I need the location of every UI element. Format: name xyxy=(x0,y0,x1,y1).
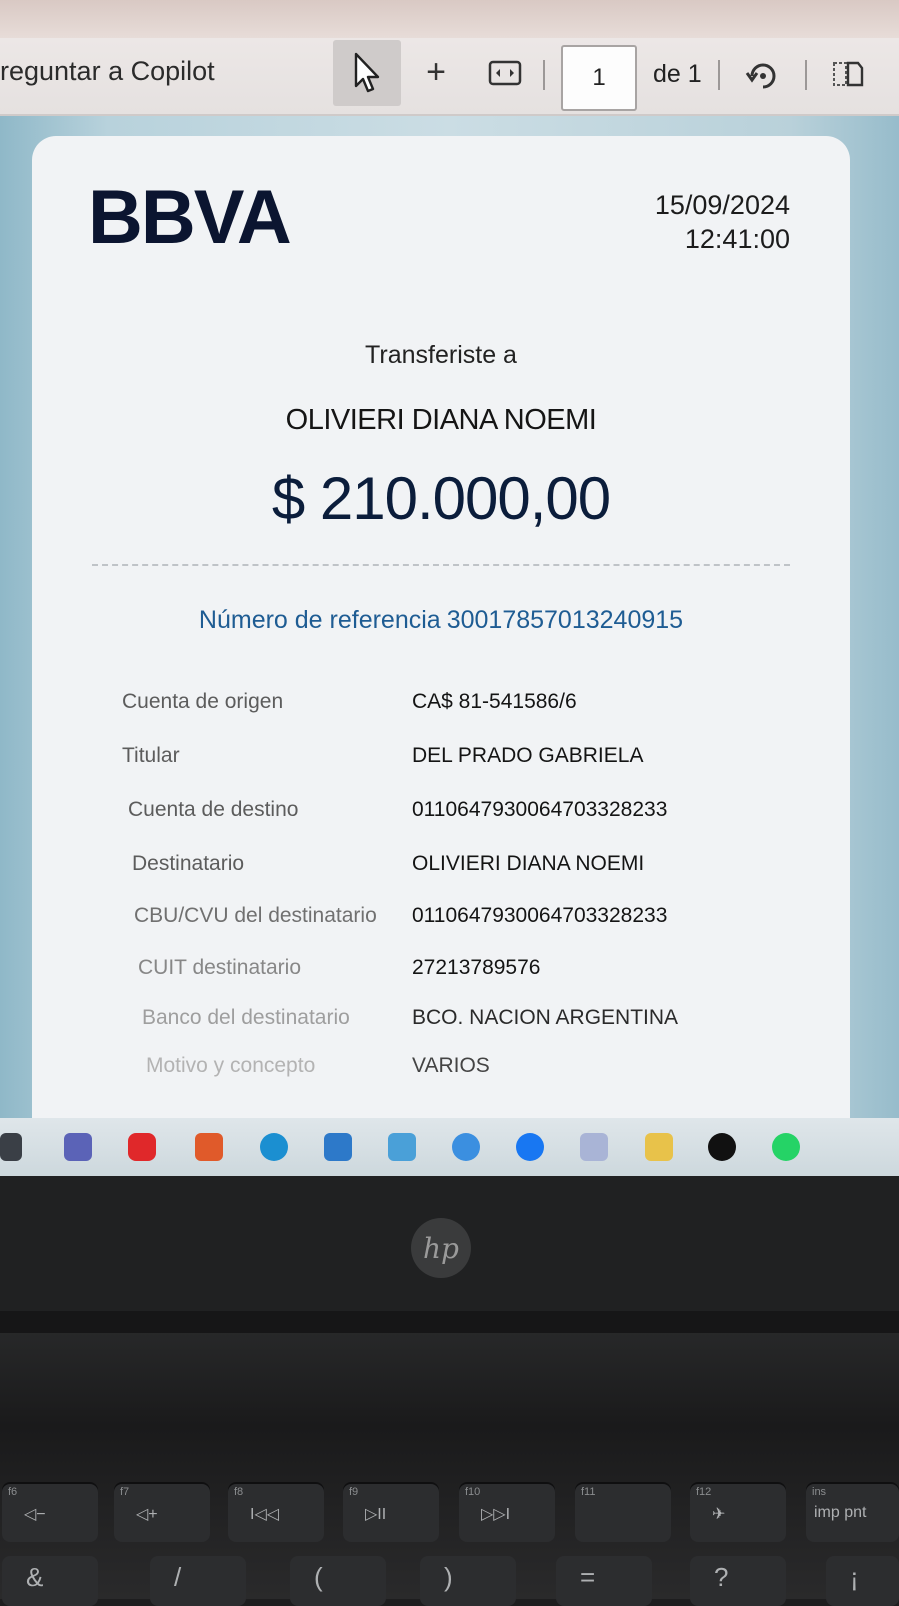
plus-icon: + xyxy=(426,53,446,91)
detail-label: Cuenta de destino xyxy=(128,798,299,821)
key-f11[interactable]: f11 xyxy=(575,1482,671,1542)
select-tool-button[interactable] xyxy=(333,40,401,106)
detail-label: Cuenta de origen xyxy=(122,690,284,713)
key-f8[interactable]: f8 I◁◁ xyxy=(228,1482,324,1542)
rotate-button[interactable] xyxy=(741,54,783,96)
dashed-divider xyxy=(92,564,790,566)
detail-label: CBU/CVU del destinatario xyxy=(134,904,377,927)
teams-icon[interactable] xyxy=(64,1133,92,1161)
bbva-logo-text: BBVA xyxy=(88,180,290,250)
folder-icon[interactable] xyxy=(645,1133,673,1161)
zoom-in-button[interactable]: + xyxy=(416,52,456,92)
key-f9[interactable]: f9 ▷II xyxy=(343,1482,439,1542)
reference-number: 30017857013240915 xyxy=(446,606,684,634)
store-icon[interactable] xyxy=(324,1133,352,1161)
detail-label: Banco del destinatario xyxy=(142,1006,350,1029)
edge-icon[interactable] xyxy=(260,1133,288,1161)
detail-value: OLIVIERI DIANA NOEMI xyxy=(412,852,645,875)
recipient-name: OLIVIERI DIANA NOEMI xyxy=(285,404,597,436)
detail-label: CUIT destinatario xyxy=(138,956,302,979)
receipt-page: BBVA 15/09/2024 12:41:00 Transferiste a … xyxy=(32,136,850,1176)
youtube-icon[interactable] xyxy=(128,1133,156,1161)
tiktok-icon[interactable] xyxy=(708,1133,736,1161)
mail-icon[interactable] xyxy=(580,1133,608,1161)
page-number-input[interactable]: 1 xyxy=(561,45,637,111)
reference-line: Número de referencia 30017857013240915 xyxy=(32,606,850,635)
detail-value: 0110647930064703328233 xyxy=(412,798,668,821)
toolbar-divider xyxy=(543,60,545,90)
app-icon[interactable] xyxy=(388,1133,416,1161)
laptop-hinge xyxy=(0,1311,899,1333)
transfer-heading: Transferiste a xyxy=(365,341,517,369)
pdf-toolbar: reguntar a Copilot + 1 de 1 xyxy=(0,38,899,116)
page-view-button[interactable] xyxy=(826,56,870,92)
key-f6[interactable]: f6 ◁− xyxy=(2,1482,98,1542)
detail-value: 0110647930064703328233 xyxy=(412,904,668,927)
two-page-icon xyxy=(833,61,864,87)
key-f12[interactable]: f12 ✈ xyxy=(690,1482,786,1542)
transfer-time: 12:41:00 xyxy=(684,224,790,254)
key-f10[interactable]: f10 ▷▷I xyxy=(459,1482,555,1542)
fit-width-button[interactable] xyxy=(485,56,525,90)
cursor-icon xyxy=(354,52,380,93)
detail-value: DEL PRADO GABRIELA xyxy=(412,744,644,767)
transfer-date: 15/09/2024 xyxy=(654,190,790,220)
ask-copilot-label[interactable]: reguntar a Copilot xyxy=(0,56,215,87)
detail-value: BCO. NACION ARGENTINA xyxy=(412,1006,679,1029)
office-icon[interactable] xyxy=(195,1133,223,1161)
hp-logo: hp xyxy=(411,1218,471,1278)
detail-label: Titular xyxy=(122,744,180,767)
bbva-logo: BBVA xyxy=(88,175,308,260)
page-total-label: de 1 xyxy=(653,60,702,88)
whatsapp-icon[interactable] xyxy=(772,1133,800,1161)
detail-value: CA$ 81-541586/6 xyxy=(412,690,577,713)
toolbar-divider xyxy=(718,60,720,90)
transfer-datetime: 15/09/2024 12:41:00 xyxy=(655,188,790,256)
start-icon[interactable] xyxy=(0,1133,22,1161)
taskbar xyxy=(0,1118,899,1176)
detail-label: Motivo y concepto xyxy=(146,1054,316,1077)
fit-width-icon xyxy=(488,60,522,86)
key-f7[interactable]: f7 ◁+ xyxy=(114,1482,210,1542)
detail-value: 27213789576 xyxy=(412,956,541,979)
key-ins[interactable]: ins imp pnt xyxy=(806,1482,899,1542)
detail-label: Destinatario xyxy=(132,852,245,875)
copilot-icon[interactable] xyxy=(452,1133,480,1161)
facebook-icon[interactable] xyxy=(516,1133,544,1161)
toolbar-divider xyxy=(805,60,807,90)
transfer-amount: $ 210.000,00 xyxy=(271,465,611,532)
reference-label: Número de referencia xyxy=(198,606,441,634)
window-title-strip xyxy=(0,0,899,41)
detail-value: VARIOS xyxy=(412,1054,490,1077)
rotate-icon xyxy=(745,63,776,89)
